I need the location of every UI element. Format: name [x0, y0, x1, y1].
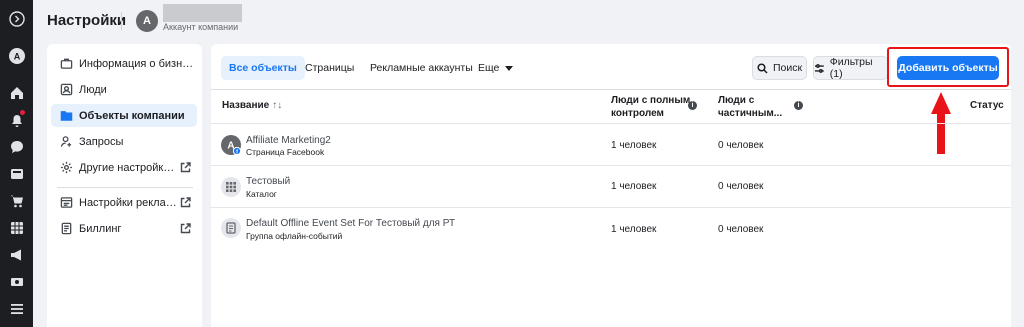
search-icon — [757, 62, 768, 74]
row-title[interactable]: Default Offline Event Set For Тестовый д… — [246, 218, 455, 229]
filter-sliders-icon — [814, 63, 824, 73]
chevron-down-icon — [505, 65, 514, 71]
row-partial-count: 0 человек — [718, 181, 764, 192]
row-subtitle: Каталог — [246, 189, 277, 199]
search-button[interactable]: Поиск — [752, 56, 807, 80]
page-title: Настройки — [47, 12, 127, 29]
notification-dot — [20, 110, 25, 115]
sidebar-item-requests[interactable]: Запросы — [51, 130, 197, 153]
offline-event-icon — [221, 218, 241, 238]
row-partial-count: 0 человек — [718, 140, 764, 151]
page-header: Настройки A Аккаунт компании — [33, 0, 1024, 44]
home-icon[interactable] — [7, 83, 26, 102]
settings-sidebar: Информация о бизнес... Люди Объекты комп… — [47, 44, 202, 327]
table-header-divider — [211, 123, 1011, 124]
table-icon[interactable] — [7, 218, 26, 237]
row-full-control-count: 1 человек — [611, 140, 657, 151]
row-title[interactable]: Тестовый — [246, 176, 290, 187]
sidebar-item-business-assets[interactable]: Объекты компании — [51, 104, 197, 127]
table-top-divider — [211, 89, 1011, 90]
sidebar-item-ad-settings[interactable]: Настройки рекламн... — [51, 191, 197, 214]
add-assets-button[interactable]: Добавить объекты — [897, 56, 999, 80]
external-link-icon — [180, 223, 191, 234]
redacted-account-name — [163, 4, 242, 22]
gear-icon — [59, 161, 73, 175]
row-full-control-count: 1 человек — [611, 224, 657, 235]
sidebar-item-label: Запросы — [79, 135, 124, 148]
row-full-control-count: 1 человек — [611, 181, 657, 192]
sidebar-item-label: Объекты компании — [79, 109, 185, 122]
column-header-full-line1: Люди с полным — [611, 95, 691, 106]
briefcase-icon — [59, 57, 73, 71]
row-title[interactable]: Affiliate Marketing2 — [246, 135, 331, 146]
chat-icon[interactable] — [7, 137, 26, 156]
left-rail: A — [0, 0, 33, 327]
filters-button[interactable]: Фильтры (1) — [813, 56, 888, 80]
filters-button-label: Фильтры (1) — [829, 56, 873, 80]
search-button-label: Поиск — [772, 62, 803, 74]
user-request-icon — [59, 135, 73, 149]
sort-icon: ↑↓ — [272, 100, 283, 111]
column-header-full-control: Люди с полным контролем — [611, 94, 690, 120]
info-icon[interactable]: i — [794, 101, 803, 110]
ads-icon[interactable] — [7, 245, 26, 264]
column-header-partial-line2: частичным... — [718, 108, 783, 119]
tab-ad-accounts[interactable]: Рекламные аккаунты — [362, 56, 481, 80]
assets-panel: Все объекты Страницы Рекламные аккаунты … — [211, 44, 1011, 327]
sidebar-item-business-info[interactable]: Информация о бизнес... — [51, 52, 197, 75]
tab-pages[interactable]: Страницы — [297, 56, 362, 80]
row-subtitle: Группа офлайн-событий — [246, 231, 343, 241]
sidebar-item-label: Биллинг — [79, 222, 122, 235]
tab-more[interactable]: Еще — [470, 56, 521, 80]
tab-all-assets[interactable]: Все объекты — [221, 56, 305, 80]
billing-icon — [59, 222, 73, 236]
sidebar-divider — [57, 187, 193, 188]
catalog-icon — [221, 177, 241, 197]
money-icon[interactable] — [7, 272, 26, 291]
notifications-icon[interactable] — [7, 110, 26, 129]
sidebar-item-other-settings[interactable]: Другие настройки ко... — [51, 156, 197, 179]
account-icon[interactable]: A — [7, 46, 26, 65]
column-header-name[interactable]: Название ↑↓ — [222, 99, 282, 112]
column-header-status: Статус — [970, 100, 1004, 111]
column-header-partial: Люди с частичным... — [718, 94, 782, 120]
external-link-icon — [180, 162, 191, 173]
sidebar-item-label: Другие настройки ко... — [79, 161, 180, 174]
svg-text:A: A — [13, 51, 20, 61]
row-divider — [211, 207, 1011, 208]
row-divider — [211, 165, 1011, 166]
account-avatar[interactable]: A — [136, 10, 158, 32]
info-icon[interactable]: i — [688, 101, 697, 110]
column-header-name-label: Название — [222, 100, 270, 111]
external-link-icon — [180, 197, 191, 208]
menu-icon[interactable] — [7, 299, 26, 318]
people-icon — [59, 83, 73, 97]
tab-more-label: Еще — [478, 62, 500, 74]
row-subtitle: Страница Facebook — [246, 147, 325, 157]
column-header-full-line2: контролем — [611, 108, 664, 119]
sidebar-item-label: Люди — [79, 83, 107, 96]
ad-settings-icon — [59, 196, 73, 210]
folder-icon — [59, 109, 73, 123]
sidebar-item-label: Настройки рекламн... — [79, 196, 180, 209]
header-divider — [121, 12, 122, 30]
column-header-partial-line1: Люди с — [718, 95, 755, 106]
sidebar-item-label: Информация о бизнес... — [79, 57, 197, 70]
account-type-label: Аккаунт компании — [163, 22, 239, 32]
shop-icon[interactable] — [7, 191, 26, 210]
row-partial-count: 0 человек — [718, 224, 764, 235]
page-avatar-icon: Af — [221, 135, 241, 155]
pages-icon[interactable] — [7, 164, 26, 183]
sidebar-item-billing[interactable]: Биллинг — [51, 217, 197, 240]
expand-icon[interactable] — [7, 9, 26, 28]
sidebar-item-people[interactable]: Люди — [51, 78, 197, 101]
svg-text:f: f — [236, 149, 238, 155]
